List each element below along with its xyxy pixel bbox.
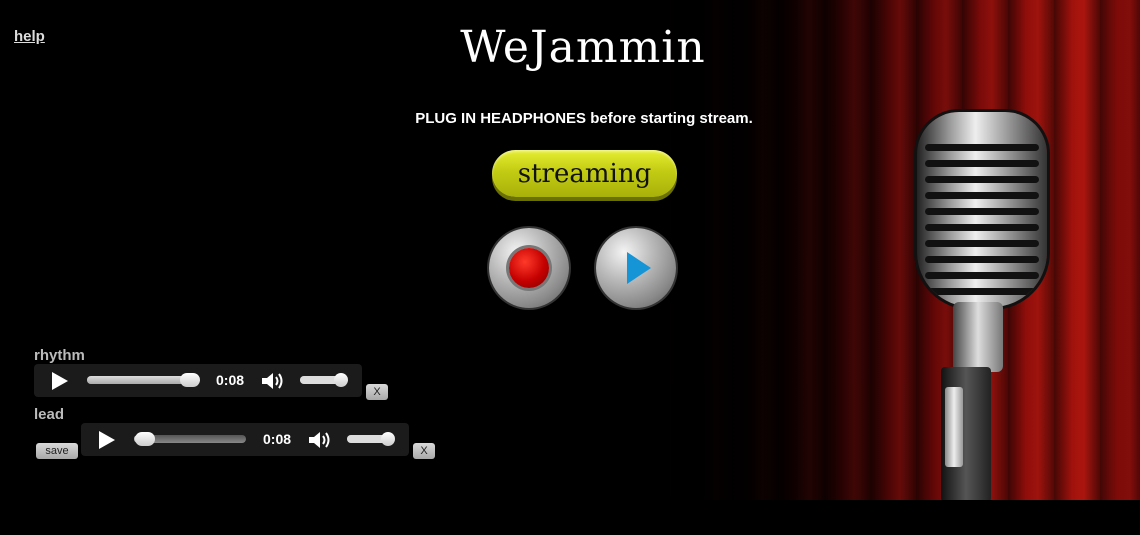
play-icon[interactable] <box>52 372 68 390</box>
remove-track-button[interactable]: X <box>413 443 435 459</box>
seek-bar[interactable] <box>87 373 201 387</box>
volume-icon[interactable] <box>260 371 286 391</box>
microphone-image <box>915 112 1050 502</box>
volume-slider[interactable] <box>300 373 349 387</box>
volume-handle[interactable] <box>334 373 349 387</box>
app-title: WeJammin <box>460 22 706 73</box>
audio-player-rhythm: 0:08 <box>34 364 362 397</box>
play-icon <box>627 252 651 284</box>
play-button[interactable] <box>596 228 676 308</box>
time-display: 0:08 <box>216 372 245 388</box>
time-display: 0:08 <box>263 431 292 447</box>
save-button[interactable]: save <box>36 443 78 459</box>
remove-track-button[interactable]: X <box>366 384 388 400</box>
volume-icon[interactable] <box>307 430 333 450</box>
record-button[interactable] <box>489 228 569 308</box>
play-icon[interactable] <box>99 431 115 449</box>
seek-bar[interactable] <box>134 432 246 446</box>
volume-slider[interactable] <box>347 432 396 446</box>
seek-handle[interactable] <box>135 432 156 446</box>
track-label-rhythm: rhythm <box>34 347 85 364</box>
streaming-button[interactable]: streaming <box>492 150 677 197</box>
audio-player-lead: 0:08 <box>81 423 409 456</box>
track-label-lead: lead <box>34 406 65 423</box>
seek-handle[interactable] <box>180 373 201 387</box>
record-icon <box>509 248 549 288</box>
headphones-notice: PLUG IN HEADPHONES before starting strea… <box>415 110 753 127</box>
volume-handle[interactable] <box>381 432 396 446</box>
